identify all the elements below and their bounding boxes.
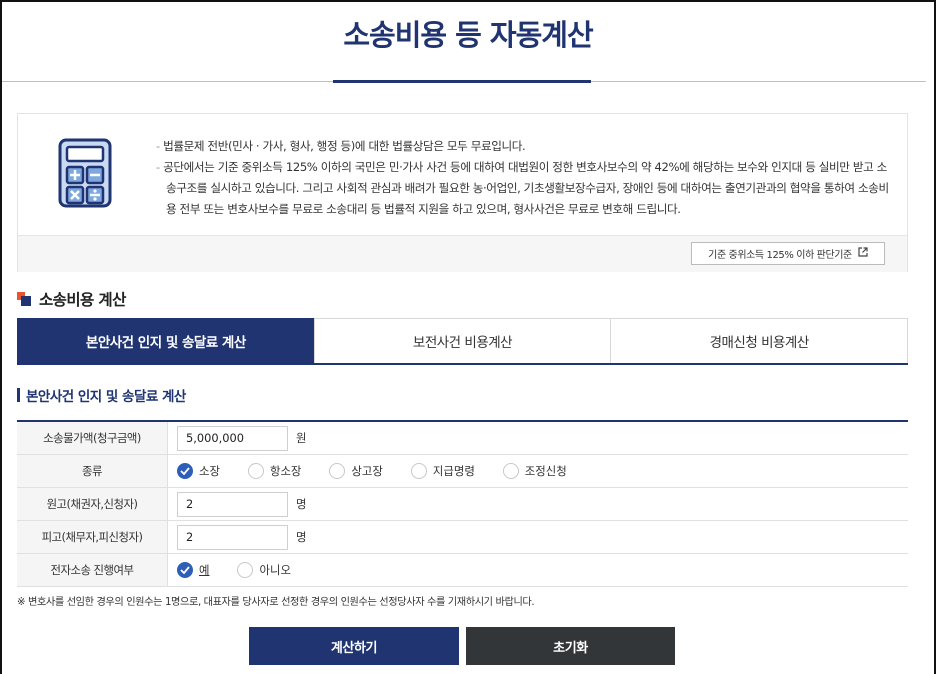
external-link-icon [858, 247, 868, 260]
info-line: 공단에서는 기준 중위소득 125% 이하의 국민은 민·가사 사건 등에 대하… [156, 157, 896, 220]
defendant-count-input[interactable] [177, 524, 288, 550]
section-title: 소송비용 계산 [39, 291, 126, 309]
type-radio-mediation[interactable]: 조정신청 [502, 463, 567, 479]
amount-unit: 원 [296, 431, 307, 445]
calc-form: 소송물가액(청구금액) 원 종류 소장 항소장 상고장 [17, 420, 908, 587]
defendant-label: 피고(채무자,피신청자) [17, 521, 168, 553]
info-box: 법률문제 전반(민사 · 가사, 형사, 행정 등)에 대한 법률상담은 모두 … [17, 113, 908, 272]
plaintiff-count-input[interactable] [177, 491, 288, 517]
radio-unchecked-icon [410, 463, 427, 479]
type-radio-appeal[interactable]: 항소장 [247, 463, 302, 479]
type-option-label: 항소장 [269, 464, 302, 478]
plaintiff-label: 원고(채권자,신청자) [17, 488, 168, 520]
form-row-defendant: 피고(채무자,피신청자) 명 [17, 521, 908, 554]
page-title: 소송비용 등 자동계산 [343, 18, 593, 52]
type-option-label: 상고장 [351, 464, 383, 478]
form-heading: 본안사건 인지 및 송달료 계산 [17, 385, 186, 405]
type-radio-final-appeal[interactable]: 상고장 [329, 463, 383, 479]
income-criteria-label: 기준 중위소득 125% 이하 판단기준 [708, 250, 852, 261]
tab-auction[interactable]: 경매신청 비용계산 [610, 318, 909, 363]
radio-unchecked-icon [329, 463, 346, 479]
form-note: ※ 변호사를 선임한 경우의 인원수는 1명으로, 대표자를 당사자로 선정한 … [17, 597, 535, 608]
electronic-radio-no[interactable]: 아니오 [237, 562, 291, 578]
electronic-label: 전자소송 진행여부 [17, 554, 168, 586]
type-label: 종류 [17, 455, 168, 487]
info-line: 법률문제 전반(민사 · 가사, 형사, 행정 등)에 대한 법률상담은 모두 … [156, 136, 896, 157]
amount-input[interactable] [177, 425, 288, 451]
form-row-electronic: 전자소송 진행여부 예 아니오 [17, 554, 908, 587]
radio-checked-icon [177, 463, 193, 479]
electronic-option-label: 예 [199, 563, 210, 577]
electronic-option-label: 아니오 [259, 563, 291, 577]
income-criteria-button[interactable]: 기준 중위소득 125% 이하 판단기준 [691, 242, 885, 265]
radio-unchecked-icon [502, 463, 519, 479]
radio-checked-icon [177, 562, 193, 578]
radio-unchecked-icon [247, 463, 264, 479]
info-text: 법률문제 전반(민사 · 가사, 형사, 행정 등)에 대한 법률상담은 모두 … [156, 136, 896, 220]
tab-preservation[interactable]: 보전사건 비용계산 [313, 318, 612, 363]
calculate-button[interactable]: 계산하기 [249, 627, 459, 665]
section-heading: 소송비용 계산 [17, 288, 126, 310]
form-row-amount: 소송물가액(청구금액) 원 [17, 422, 908, 455]
tab-main-case[interactable]: 본안사건 인지 및 송달료 계산 [17, 318, 315, 363]
type-option-label: 지급명령 [432, 464, 475, 478]
radio-unchecked-icon [237, 562, 254, 578]
title-accent-bar [333, 80, 591, 83]
form-row-type: 종류 소장 항소장 상고장 지급명령 조정신청 [17, 455, 908, 488]
type-radio-complaint[interactable]: 소장 [177, 463, 220, 479]
type-option-label: 소장 [199, 464, 220, 478]
defendant-unit: 명 [296, 530, 307, 544]
type-option-label: 조정신청 [524, 464, 567, 478]
section-bullet-icon [17, 292, 31, 306]
calculator-icon [58, 138, 112, 212]
form-row-plaintiff: 원고(채권자,신청자) 명 [17, 488, 908, 521]
form-heading-bar [17, 388, 20, 402]
form-heading-text: 본안사건 인지 및 송달료 계산 [26, 389, 186, 405]
calc-tabs: 본안사건 인지 및 송달료 계산 보전사건 비용계산 경매신청 비용계산 [17, 318, 909, 365]
reset-button[interactable]: 초기화 [466, 627, 675, 665]
amount-label: 소송물가액(청구금액) [17, 422, 168, 454]
info-footer: 기준 중위소득 125% 이하 판단기준 [18, 235, 907, 272]
electronic-radio-yes[interactable]: 예 [177, 562, 209, 578]
plaintiff-unit: 명 [296, 497, 307, 511]
type-radio-payment-order[interactable]: 지급명령 [410, 463, 475, 479]
